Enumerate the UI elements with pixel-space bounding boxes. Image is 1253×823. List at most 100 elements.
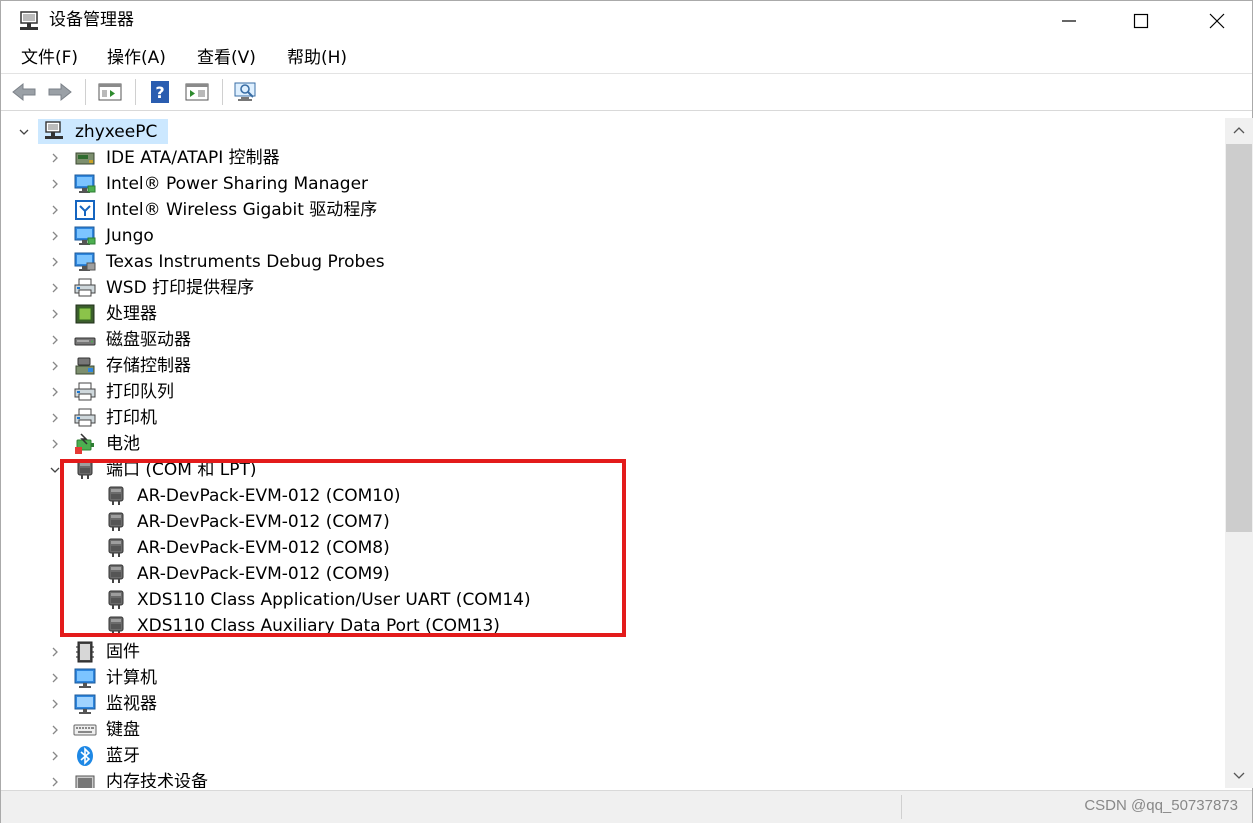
tree-category[interactable]: 处理器 — [4, 301, 1204, 327]
chevron-right-icon[interactable] — [48, 645, 62, 659]
tree-category[interactable]: 磁盘驱动器 — [4, 327, 1204, 353]
minimize-button[interactable] — [1039, 1, 1099, 41]
tree-category-label: 内存技术设备 — [106, 772, 208, 788]
tree-device-label: XDS110 Class Auxiliary Data Port (COM13) — [137, 616, 500, 636]
tree-category[interactable]: 蓝牙 — [4, 743, 1204, 769]
tree-category[interactable]: 内存技术设备 — [4, 769, 1204, 788]
tree-category-label: 端口 (COM 和 LPT) — [106, 460, 257, 480]
port-icon — [108, 616, 124, 635]
toolbar-separator — [85, 79, 86, 105]
back-button[interactable] — [9, 78, 39, 106]
port-icon — [108, 486, 124, 505]
tree-category[interactable]: Intel® Wireless Gigabit 驱动程序 — [4, 197, 1204, 223]
tree-category[interactable]: 电池 — [4, 431, 1204, 457]
scrollbar-thumb[interactable] — [1226, 144, 1252, 532]
chevron-down-icon[interactable] — [48, 463, 62, 477]
tree-device[interactable]: AR-DevPack-EVM-012 (COM7) — [4, 509, 1204, 535]
chevron-right-icon[interactable] — [48, 333, 62, 347]
tree-device-label: AR-DevPack-EVM-012 (COM10) — [137, 486, 401, 506]
chevron-right-icon[interactable] — [48, 229, 62, 243]
tree-category-label: 存储控制器 — [106, 356, 191, 376]
chevron-right-icon[interactable] — [48, 385, 62, 399]
tree-category[interactable]: Intel® Power Sharing Manager — [4, 171, 1204, 197]
tree-category[interactable]: 计算机 — [4, 665, 1204, 691]
debug-probe-icon — [74, 252, 96, 271]
chevron-right-icon[interactable] — [48, 203, 62, 217]
chevron-down-icon[interactable] — [17, 125, 31, 139]
close-button[interactable] — [1187, 1, 1247, 41]
chevron-right-icon[interactable] — [48, 697, 62, 711]
firmware-icon — [76, 641, 94, 663]
tree-category-label: Intel® Power Sharing Manager — [106, 174, 369, 194]
monitor-network-icon — [74, 226, 96, 245]
computer-icon — [74, 668, 96, 688]
disk-drive-icon — [74, 337, 96, 346]
tree-category[interactable]: 存储控制器 — [4, 353, 1204, 379]
tree-category-label: 打印机 — [106, 408, 157, 428]
toolbar-separator — [222, 79, 223, 105]
run-panel-button[interactable] — [182, 78, 212, 106]
tree-category[interactable]: IDE ATA/ATAPI 控制器 — [4, 145, 1204, 171]
maximize-button[interactable] — [1111, 1, 1171, 41]
help-button[interactable]: ? — [145, 78, 175, 106]
tree-category[interactable]: 固件 — [4, 639, 1204, 665]
tree-category[interactable]: 键盘 — [4, 717, 1204, 743]
title-bar: 设备管理器 — [1, 1, 1252, 41]
tree-category[interactable]: 打印队列 — [4, 379, 1204, 405]
tree-device-label: XDS110 Class Application/User UART (COM1… — [137, 590, 531, 610]
monitor-network-icon — [74, 174, 96, 193]
chevron-right-icon[interactable] — [48, 177, 62, 191]
scroll-down-icon[interactable] — [1233, 769, 1245, 781]
tree-device[interactable]: XDS110 Class Auxiliary Data Port (COM13) — [4, 613, 1204, 639]
tree-device[interactable]: XDS110 Class Application/User UART (COM1… — [4, 587, 1204, 613]
tree-category-label: IDE ATA/ATAPI 控制器 — [106, 148, 280, 168]
tree-category[interactable]: Jungo — [4, 223, 1204, 249]
chevron-right-icon[interactable] — [48, 671, 62, 685]
tree-category[interactable]: 打印机 — [4, 405, 1204, 431]
printer-icon — [74, 382, 96, 401]
menu-file[interactable]: 文件(F) — [19, 47, 80, 69]
tree-category[interactable]: Texas Instruments Debug Probes — [4, 249, 1204, 275]
chevron-right-icon[interactable] — [48, 307, 62, 321]
chevron-right-icon[interactable] — [48, 411, 62, 425]
forward-button[interactable] — [45, 78, 75, 106]
scroll-up-icon[interactable] — [1233, 125, 1245, 137]
watermark-text: CSDN @qq_50737873 — [1084, 797, 1238, 814]
monitor-icon — [74, 694, 96, 714]
chevron-right-icon[interactable] — [48, 723, 62, 737]
help-icon: ? — [151, 81, 169, 103]
menu-action[interactable]: 操作(A) — [105, 47, 168, 69]
tree-device[interactable]: AR-DevPack-EVM-012 (COM10) — [4, 483, 1204, 509]
close-icon — [1209, 13, 1225, 29]
menu-bar: 文件(F) 操作(A) 查看(V) 帮助(H) — [1, 43, 1252, 74]
chevron-right-icon[interactable] — [48, 151, 62, 165]
tree-device[interactable]: AR-DevPack-EVM-012 (COM9) — [4, 561, 1204, 587]
properties-button[interactable] — [95, 78, 125, 106]
menu-view[interactable]: 查看(V) — [195, 47, 258, 69]
tree-root[interactable]: zhyxeePC — [4, 119, 604, 145]
storage-controller-icon — [75, 357, 95, 375]
tree-category-label: 打印队列 — [106, 382, 174, 402]
chevron-right-icon[interactable] — [48, 775, 62, 788]
tree-category-label: 处理器 — [106, 304, 157, 324]
chevron-right-icon[interactable] — [48, 359, 62, 373]
tree-category[interactable]: 监视器 — [4, 691, 1204, 717]
svg-text:?: ? — [155, 83, 164, 102]
ide-controller-icon — [75, 152, 95, 165]
tree-device[interactable]: AR-DevPack-EVM-012 (COM8) — [4, 535, 1204, 561]
device-manager-app-icon — [20, 11, 38, 30]
back-arrow-icon — [12, 82, 36, 102]
tree-category[interactable]: WSD 打印提供程序 — [4, 275, 1204, 301]
tree-root-label: zhyxeePC — [75, 122, 158, 142]
tree-device-label: AR-DevPack-EVM-012 (COM7) — [137, 512, 390, 532]
keyboard-icon — [73, 724, 97, 736]
chevron-right-icon[interactable] — [48, 281, 62, 295]
chevron-right-icon[interactable] — [48, 255, 62, 269]
menu-help[interactable]: 帮助(H) — [285, 47, 349, 69]
scan-hardware-button[interactable] — [231, 78, 261, 106]
tree-category[interactable]: 端口 (COM 和 LPT) — [4, 457, 1204, 483]
chevron-right-icon[interactable] — [48, 437, 62, 451]
tree-category-label: 监视器 — [106, 694, 157, 714]
chevron-right-icon[interactable] — [48, 749, 62, 763]
tree-category-label: Jungo — [106, 226, 154, 246]
